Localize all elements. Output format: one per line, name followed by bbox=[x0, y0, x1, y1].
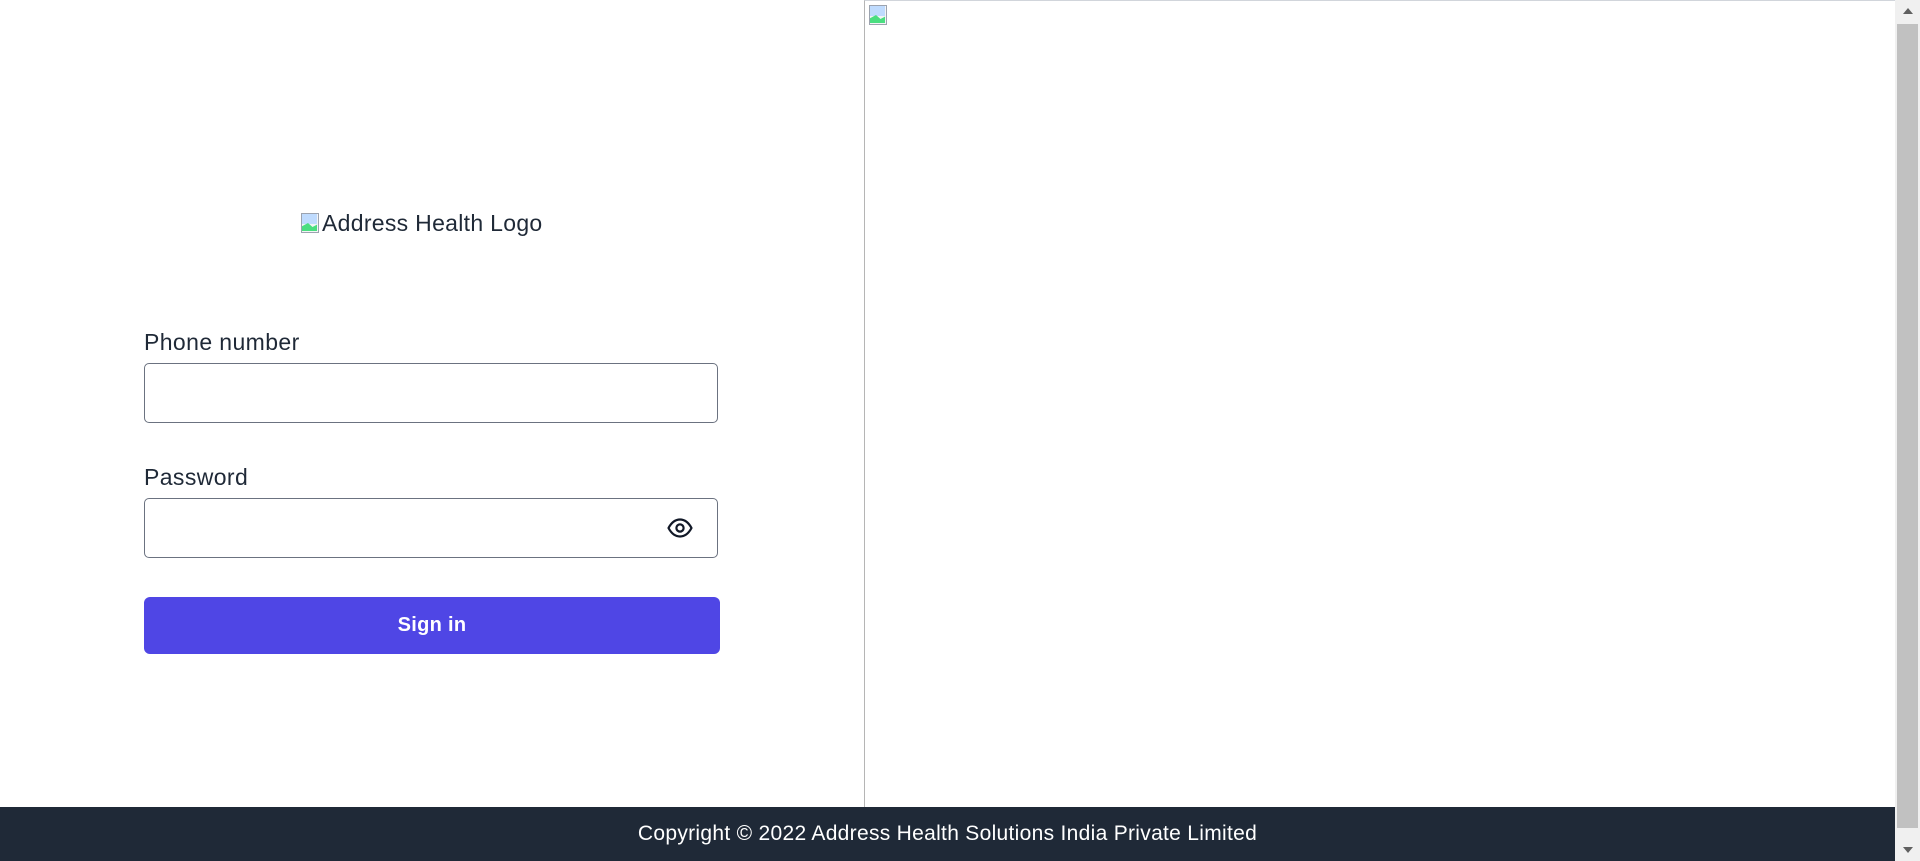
vertical-scrollbar[interactable] bbox=[1895, 0, 1920, 861]
phone-number-input[interactable] bbox=[144, 363, 718, 423]
login-page: Address Health Logo Phone number Passwor… bbox=[0, 0, 1920, 861]
broken-image-icon bbox=[867, 3, 889, 27]
scrollbar-thumb[interactable] bbox=[1897, 24, 1918, 828]
hero-image-panel bbox=[864, 0, 1895, 807]
password-input[interactable] bbox=[144, 498, 718, 558]
footer: Copyright © 2022 Address Health Solution… bbox=[0, 807, 1895, 861]
eye-icon bbox=[667, 518, 693, 538]
scroll-down-icon[interactable] bbox=[1895, 839, 1920, 861]
phone-number-label: Phone number bbox=[144, 329, 300, 355]
scroll-up-icon[interactable] bbox=[1895, 0, 1920, 22]
password-label: Password bbox=[144, 464, 249, 490]
sign-in-button[interactable]: Sign in bbox=[144, 597, 720, 654]
broken-image-icon bbox=[299, 211, 321, 235]
brand-logo: Address Health Logo bbox=[299, 207, 543, 239]
copyright-text: Copyright © 2022 Address Health Solution… bbox=[637, 822, 1258, 845]
login-panel: Address Health Logo Phone number Passwor… bbox=[0, 0, 864, 807]
show-password-toggle[interactable] bbox=[664, 513, 696, 543]
logo-alt-text: Address Health Logo bbox=[322, 209, 543, 236]
